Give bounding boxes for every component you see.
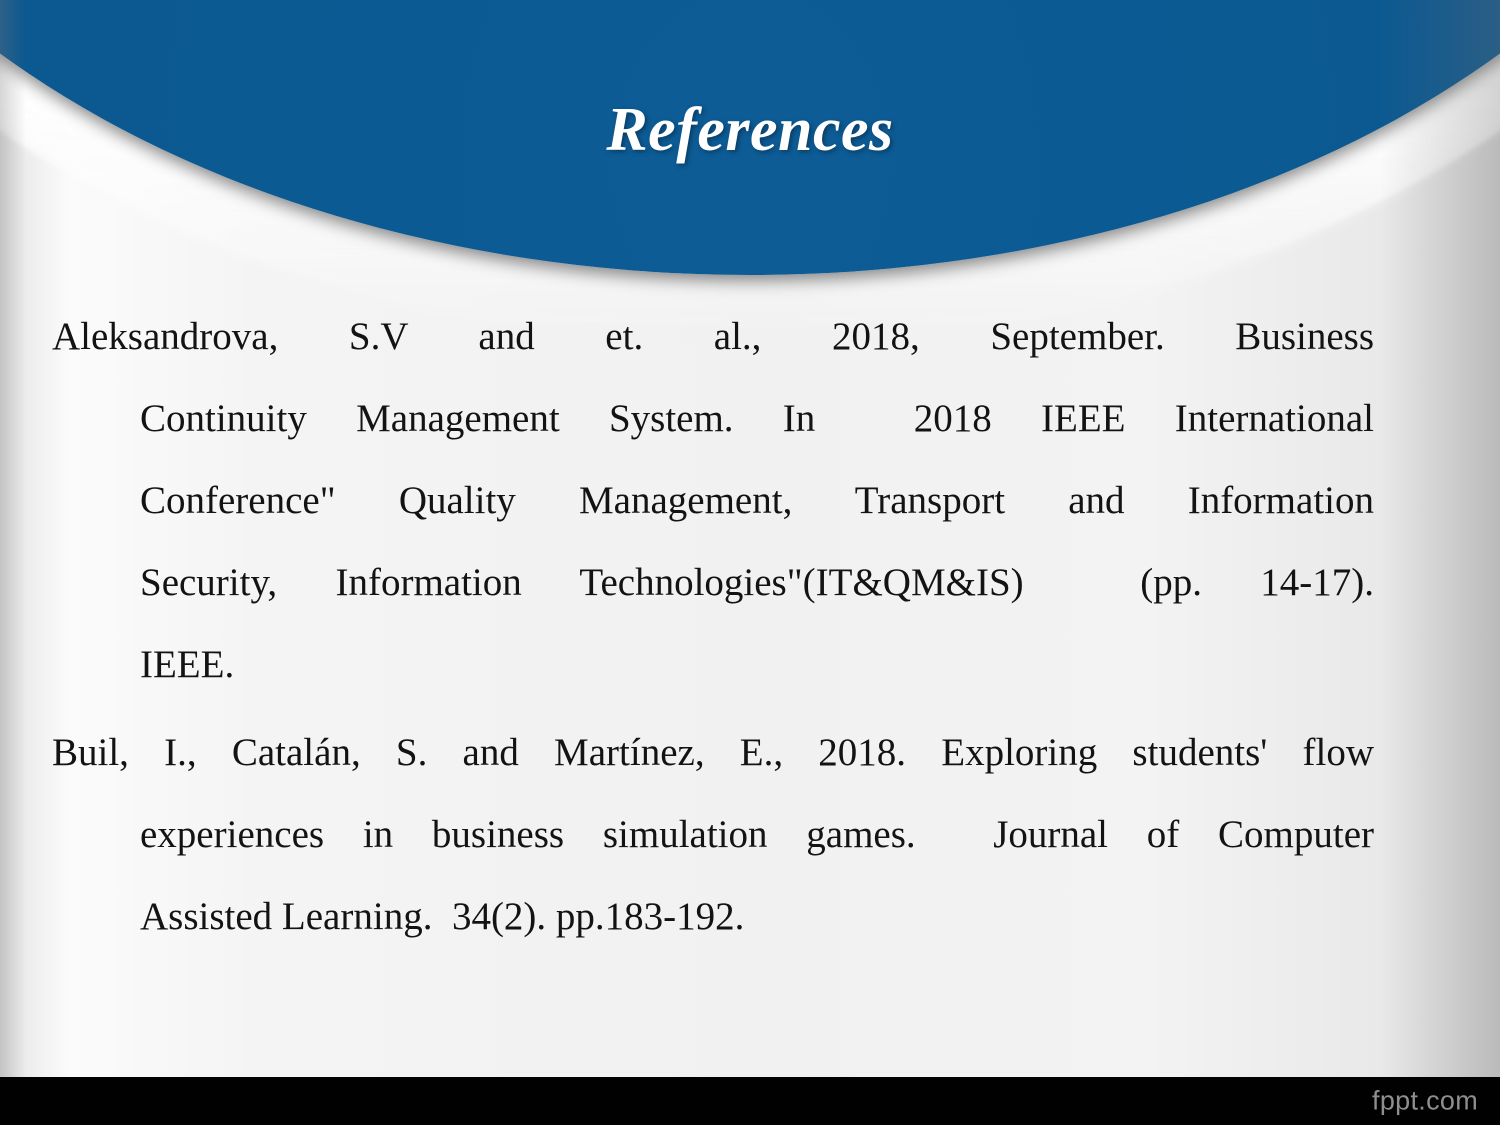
reference-line: Security, Information Technologies"(IT&Q… xyxy=(140,561,1374,604)
reference-item: Buil, I., Catalán, S. and Martínez, E., … xyxy=(52,712,1374,958)
reference-line: experiences in business simulation games… xyxy=(140,813,1374,856)
reference-line: Buil, I., Catalán, S. and Martínez, E., … xyxy=(52,731,1374,774)
page-title: References xyxy=(606,96,894,164)
references-list: Aleksandrova, S.V and et. al., 2018, Sep… xyxy=(52,296,1374,964)
reference-item: Aleksandrova, S.V and et. al., 2018, Sep… xyxy=(52,296,1374,706)
footer-bar: fppt.com xyxy=(0,1077,1500,1125)
fppt-watermark: fppt.com xyxy=(1372,1085,1478,1116)
reference-line: Continuity Management System. In 2018 IE… xyxy=(140,397,1374,440)
title-area: References xyxy=(0,95,1500,166)
reference-line: Assisted Learning. 34(2). pp.183-192. xyxy=(140,895,745,938)
reference-line: Aleksandrova, S.V and et. al., 2018, Sep… xyxy=(52,315,1374,358)
presentation-slide: References Aleksandrova, S.V and et. al.… xyxy=(0,0,1500,1125)
reference-line: IEEE. xyxy=(140,643,235,686)
reference-line: Conference" Quality Management, Transpor… xyxy=(140,479,1374,522)
